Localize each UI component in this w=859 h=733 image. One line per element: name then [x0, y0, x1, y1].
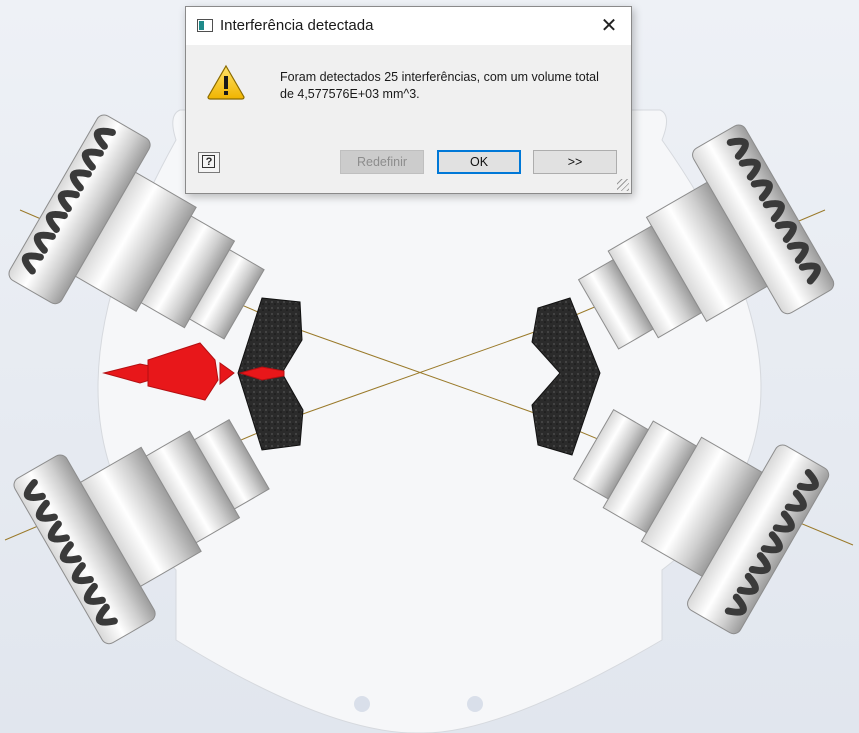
- close-button[interactable]: ✕: [595, 13, 623, 39]
- message-line: Foram detectados 25 interferências, com …: [280, 70, 599, 84]
- base-plate: [97, 109, 762, 733]
- message-line: de 4,577576E+03 mm^3.: [280, 87, 420, 101]
- ok-button[interactable]: OK: [437, 150, 521, 174]
- reset-button[interactable]: Redefinir: [340, 150, 424, 174]
- application-icon: [197, 19, 213, 32]
- dialog-title: Interferência detectada: [220, 17, 374, 34]
- expand-button[interactable]: >>: [533, 150, 617, 174]
- warning-icon: [207, 64, 245, 100]
- resize-grip[interactable]: [617, 179, 629, 191]
- help-button[interactable]: ?: [198, 152, 220, 173]
- dialog-message: Foram detectados 25 interferências, com …: [280, 69, 620, 103]
- mount-hole: [354, 696, 370, 712]
- dialog-titlebar[interactable]: Interferência detectada ✕: [186, 7, 631, 45]
- mount-hole: [467, 696, 483, 712]
- help-icon: ?: [205, 156, 213, 168]
- interference-dialog: Interferência detectada ✕ Foram detectad…: [185, 6, 632, 194]
